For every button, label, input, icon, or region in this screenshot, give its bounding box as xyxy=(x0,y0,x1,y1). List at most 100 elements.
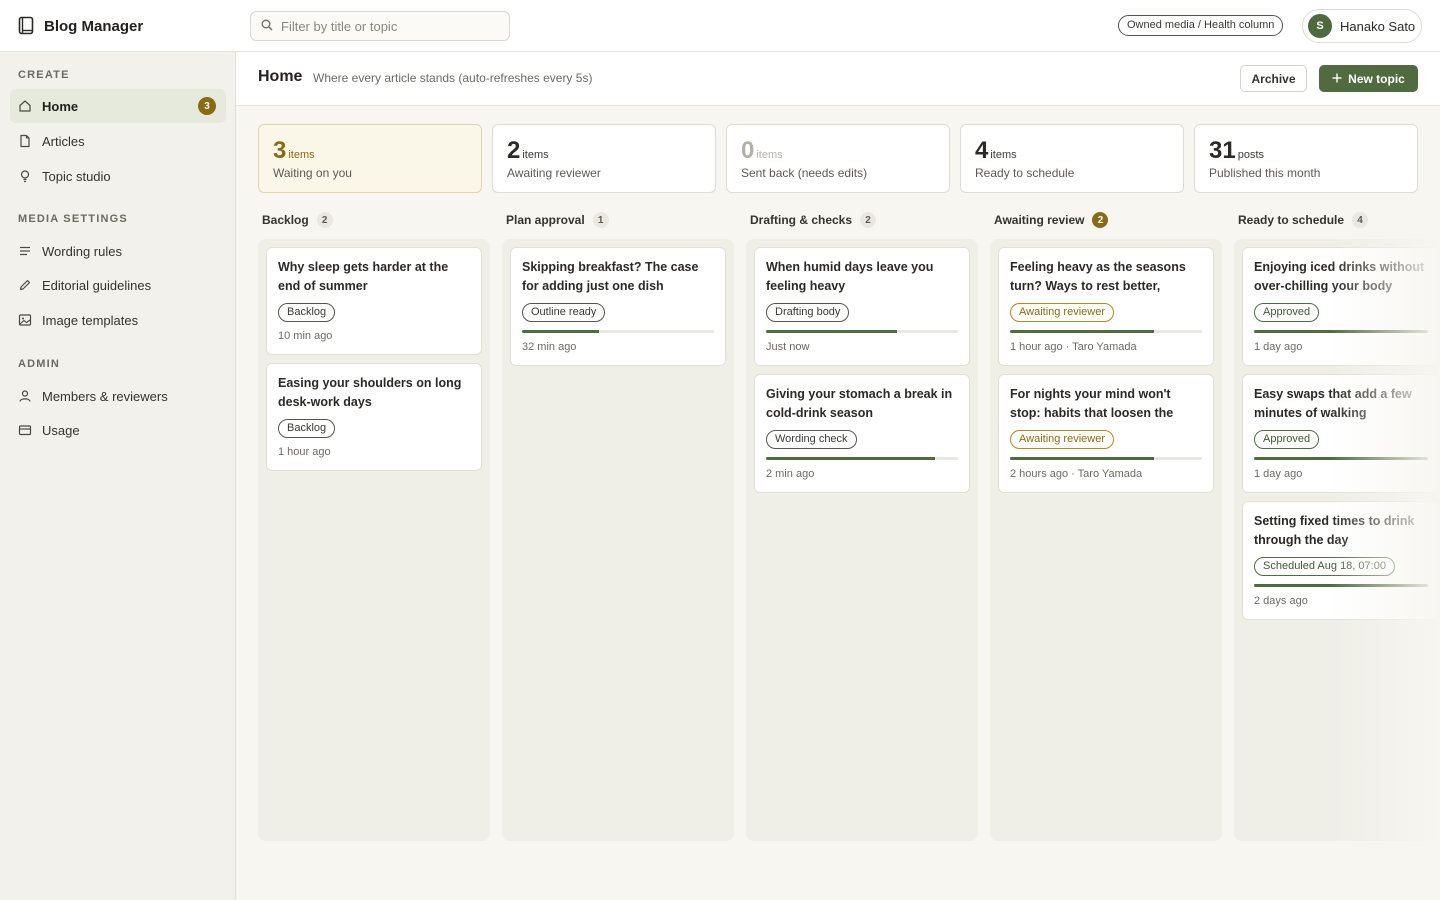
page-header: Home Where every article stands (auto-re… xyxy=(236,52,1440,106)
progress-bar xyxy=(1010,330,1202,333)
card-meta: 1 hour ago xyxy=(278,446,331,458)
sidebar-item-topic-studio[interactable]: Topic studio xyxy=(10,159,226,193)
column-title: Plan approval xyxy=(506,213,585,227)
stat-value: 3 xyxy=(273,137,287,164)
progress-fill xyxy=(1010,330,1154,333)
stat-value: 2 xyxy=(507,137,521,164)
card-title: When humid days leave you feeling heavy xyxy=(766,260,934,293)
sidebar-item-members-reviewers[interactable]: Members & reviewers xyxy=(10,379,226,413)
column-count: 2 xyxy=(316,212,333,228)
article-card[interactable]: Why sleep gets harder at the end of summ… xyxy=(266,247,482,355)
column-count: 4 xyxy=(1352,212,1369,228)
article-card[interactable]: Enjoying iced drinks without over-chilli… xyxy=(1242,247,1440,366)
status-tag: Approved xyxy=(1254,303,1320,322)
stat-waiting-on-you[interactable]: 3 items Waiting on you xyxy=(258,124,482,193)
article-card[interactable]: Easy swaps that add a few minutes of wal… xyxy=(1242,374,1440,493)
column-header-ready-to-schedule: Ready to schedule 4 xyxy=(1238,212,1369,228)
card-title: Skipping breakfast? The case for adding … xyxy=(522,260,699,293)
status-tag: Backlog xyxy=(278,419,336,438)
column-header-backlog: Backlog 2 xyxy=(262,212,333,228)
sidebar-item-label: Usage xyxy=(42,422,80,438)
stat-unit: items xyxy=(288,149,315,161)
stat-label: Sent back (needs edits) xyxy=(741,166,868,180)
article-card[interactable]: Setting fixed times to drink through the… xyxy=(1242,501,1440,620)
article-card[interactable]: Skipping breakfast? The case for adding … xyxy=(510,247,726,366)
sidebar-section-create: CREATE xyxy=(18,69,70,81)
avatar: S xyxy=(1308,14,1332,38)
sidebar-item-wording-rules[interactable]: Wording rules xyxy=(10,234,226,268)
card-title: Easing your shoulders on long desk-work … xyxy=(278,376,462,409)
column-count: 1 xyxy=(592,212,609,228)
lines-icon xyxy=(18,244,32,258)
progress-bar xyxy=(1254,330,1428,333)
card-title: Enjoying iced drinks without over-chilli… xyxy=(1254,260,1425,293)
sidebar-item-usage[interactable]: Usage xyxy=(10,413,226,447)
stat-awaiting-reviewer[interactable]: 2 items Awaiting reviewer xyxy=(492,124,716,193)
brand[interactable]: Blog Manager xyxy=(18,16,143,36)
new-topic-label: New topic xyxy=(1348,71,1405,86)
new-topic-button[interactable]: New topic xyxy=(1319,65,1418,92)
status-tag: Drafting body xyxy=(766,303,850,322)
sidebar-item-editorial-guidelines[interactable]: Editorial guidelines xyxy=(10,268,226,302)
sidebar-item-image-templates[interactable]: Image templates xyxy=(10,303,226,337)
home-count-badge: 3 xyxy=(198,97,216,115)
search-icon xyxy=(261,19,273,34)
media-context-pill[interactable]: Owned media / Health column xyxy=(1118,15,1284,36)
card-title: Feeling heavy as the seasons turn? Ways … xyxy=(1010,260,1186,293)
user-menu[interactable]: S Hanako Sato xyxy=(1302,9,1422,43)
stat-label: Ready to schedule xyxy=(975,166,1075,180)
article-card[interactable]: Feeling heavy as the seasons turn? Ways … xyxy=(998,247,1214,366)
search-box[interactable] xyxy=(250,11,510,41)
article-card[interactable]: When humid days leave you feeling heavy … xyxy=(754,247,970,366)
pencil-icon xyxy=(18,278,32,292)
search-input[interactable] xyxy=(281,18,496,34)
progress-bar xyxy=(1010,457,1202,460)
archive-button[interactable]: Archive xyxy=(1240,65,1307,92)
progress-fill xyxy=(766,330,897,333)
stat-label: Awaiting reviewer xyxy=(507,166,601,180)
stat-label: Waiting on you xyxy=(273,166,352,180)
article-card[interactable]: Giving your stomach a break in cold-drin… xyxy=(754,374,970,493)
user-icon xyxy=(18,389,32,403)
column-backlog: Why sleep gets harder at the end of summ… xyxy=(258,239,490,841)
article-card[interactable]: Easing your shoulders on long desk-work … xyxy=(266,363,482,471)
progress-bar xyxy=(766,457,958,460)
status-tag: Approved xyxy=(1254,430,1320,449)
stat-unit: items xyxy=(990,149,1017,161)
document-icon xyxy=(18,134,32,148)
stat-published-this-month[interactable]: 31 posts Published this month xyxy=(1194,124,1418,193)
card-meta: 2 min ago xyxy=(766,468,815,480)
column-title: Awaiting review xyxy=(994,213,1085,227)
sidebar-item-home[interactable]: Home 3 xyxy=(10,89,226,123)
card-meta: 2 days ago xyxy=(1254,595,1308,607)
stat-unit: posts xyxy=(1237,149,1264,161)
card-meta: Just now xyxy=(766,341,810,353)
stat-sent-back[interactable]: 0 items Sent back (needs edits) xyxy=(726,124,950,193)
card-title: For nights your mind won't stop: habits … xyxy=(1010,387,1174,420)
progress-bar xyxy=(1254,584,1428,587)
column-title: Drafting & checks xyxy=(750,213,853,227)
page-subtitle: Where every article stands (auto-refresh… xyxy=(313,71,593,85)
column-header-plan-approval: Plan approval 1 xyxy=(506,212,609,228)
stat-unit: items xyxy=(756,149,783,161)
column-header-drafting-checks: Drafting & checks 2 xyxy=(750,212,877,228)
sidebar-item-label: Topic studio xyxy=(42,168,111,184)
sidebar-item-label: Articles xyxy=(42,133,85,149)
plus-icon xyxy=(1332,72,1342,86)
status-tag: Wording check xyxy=(766,430,857,449)
sidebar-item-articles[interactable]: Articles xyxy=(10,124,226,158)
column-count: 2 xyxy=(1092,212,1109,228)
stat-value: 4 xyxy=(975,137,989,164)
column-drafting-checks: When humid days leave you feeling heavy … xyxy=(746,239,978,841)
status-tag: Backlog xyxy=(278,303,336,322)
sidebar: CREATE Home 3 Articles Topic studio MEDI… xyxy=(0,52,236,900)
top-bar: Blog Manager Owned media / Health column… xyxy=(0,0,1440,52)
app-name: Blog Manager xyxy=(44,17,144,35)
article-card[interactable]: For nights your mind won't stop: habits … xyxy=(998,374,1214,493)
progress-fill xyxy=(522,330,599,333)
column-title: Backlog xyxy=(262,213,309,227)
card-icon xyxy=(18,423,32,437)
column-plan-approval: Skipping breakfast? The case for adding … xyxy=(502,239,734,841)
stat-ready-to-schedule[interactable]: 4 items Ready to schedule xyxy=(960,124,1184,193)
status-tag: Outline ready xyxy=(522,303,606,322)
